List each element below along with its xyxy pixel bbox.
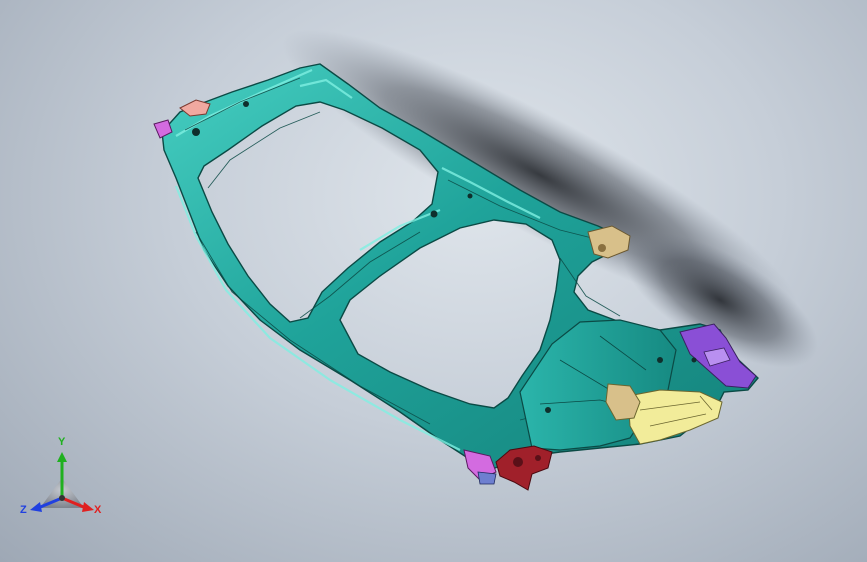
triad-z-label: Z (20, 504, 27, 516)
triad-y-label: Y (58, 436, 66, 448)
coordinate-triad[interactable]: Y X Z (20, 437, 106, 522)
triad-x-label: X (94, 504, 102, 516)
graphics-viewport[interactable]: Y X Z (0, 0, 867, 562)
3d-model[interactable] (0, 0, 867, 562)
